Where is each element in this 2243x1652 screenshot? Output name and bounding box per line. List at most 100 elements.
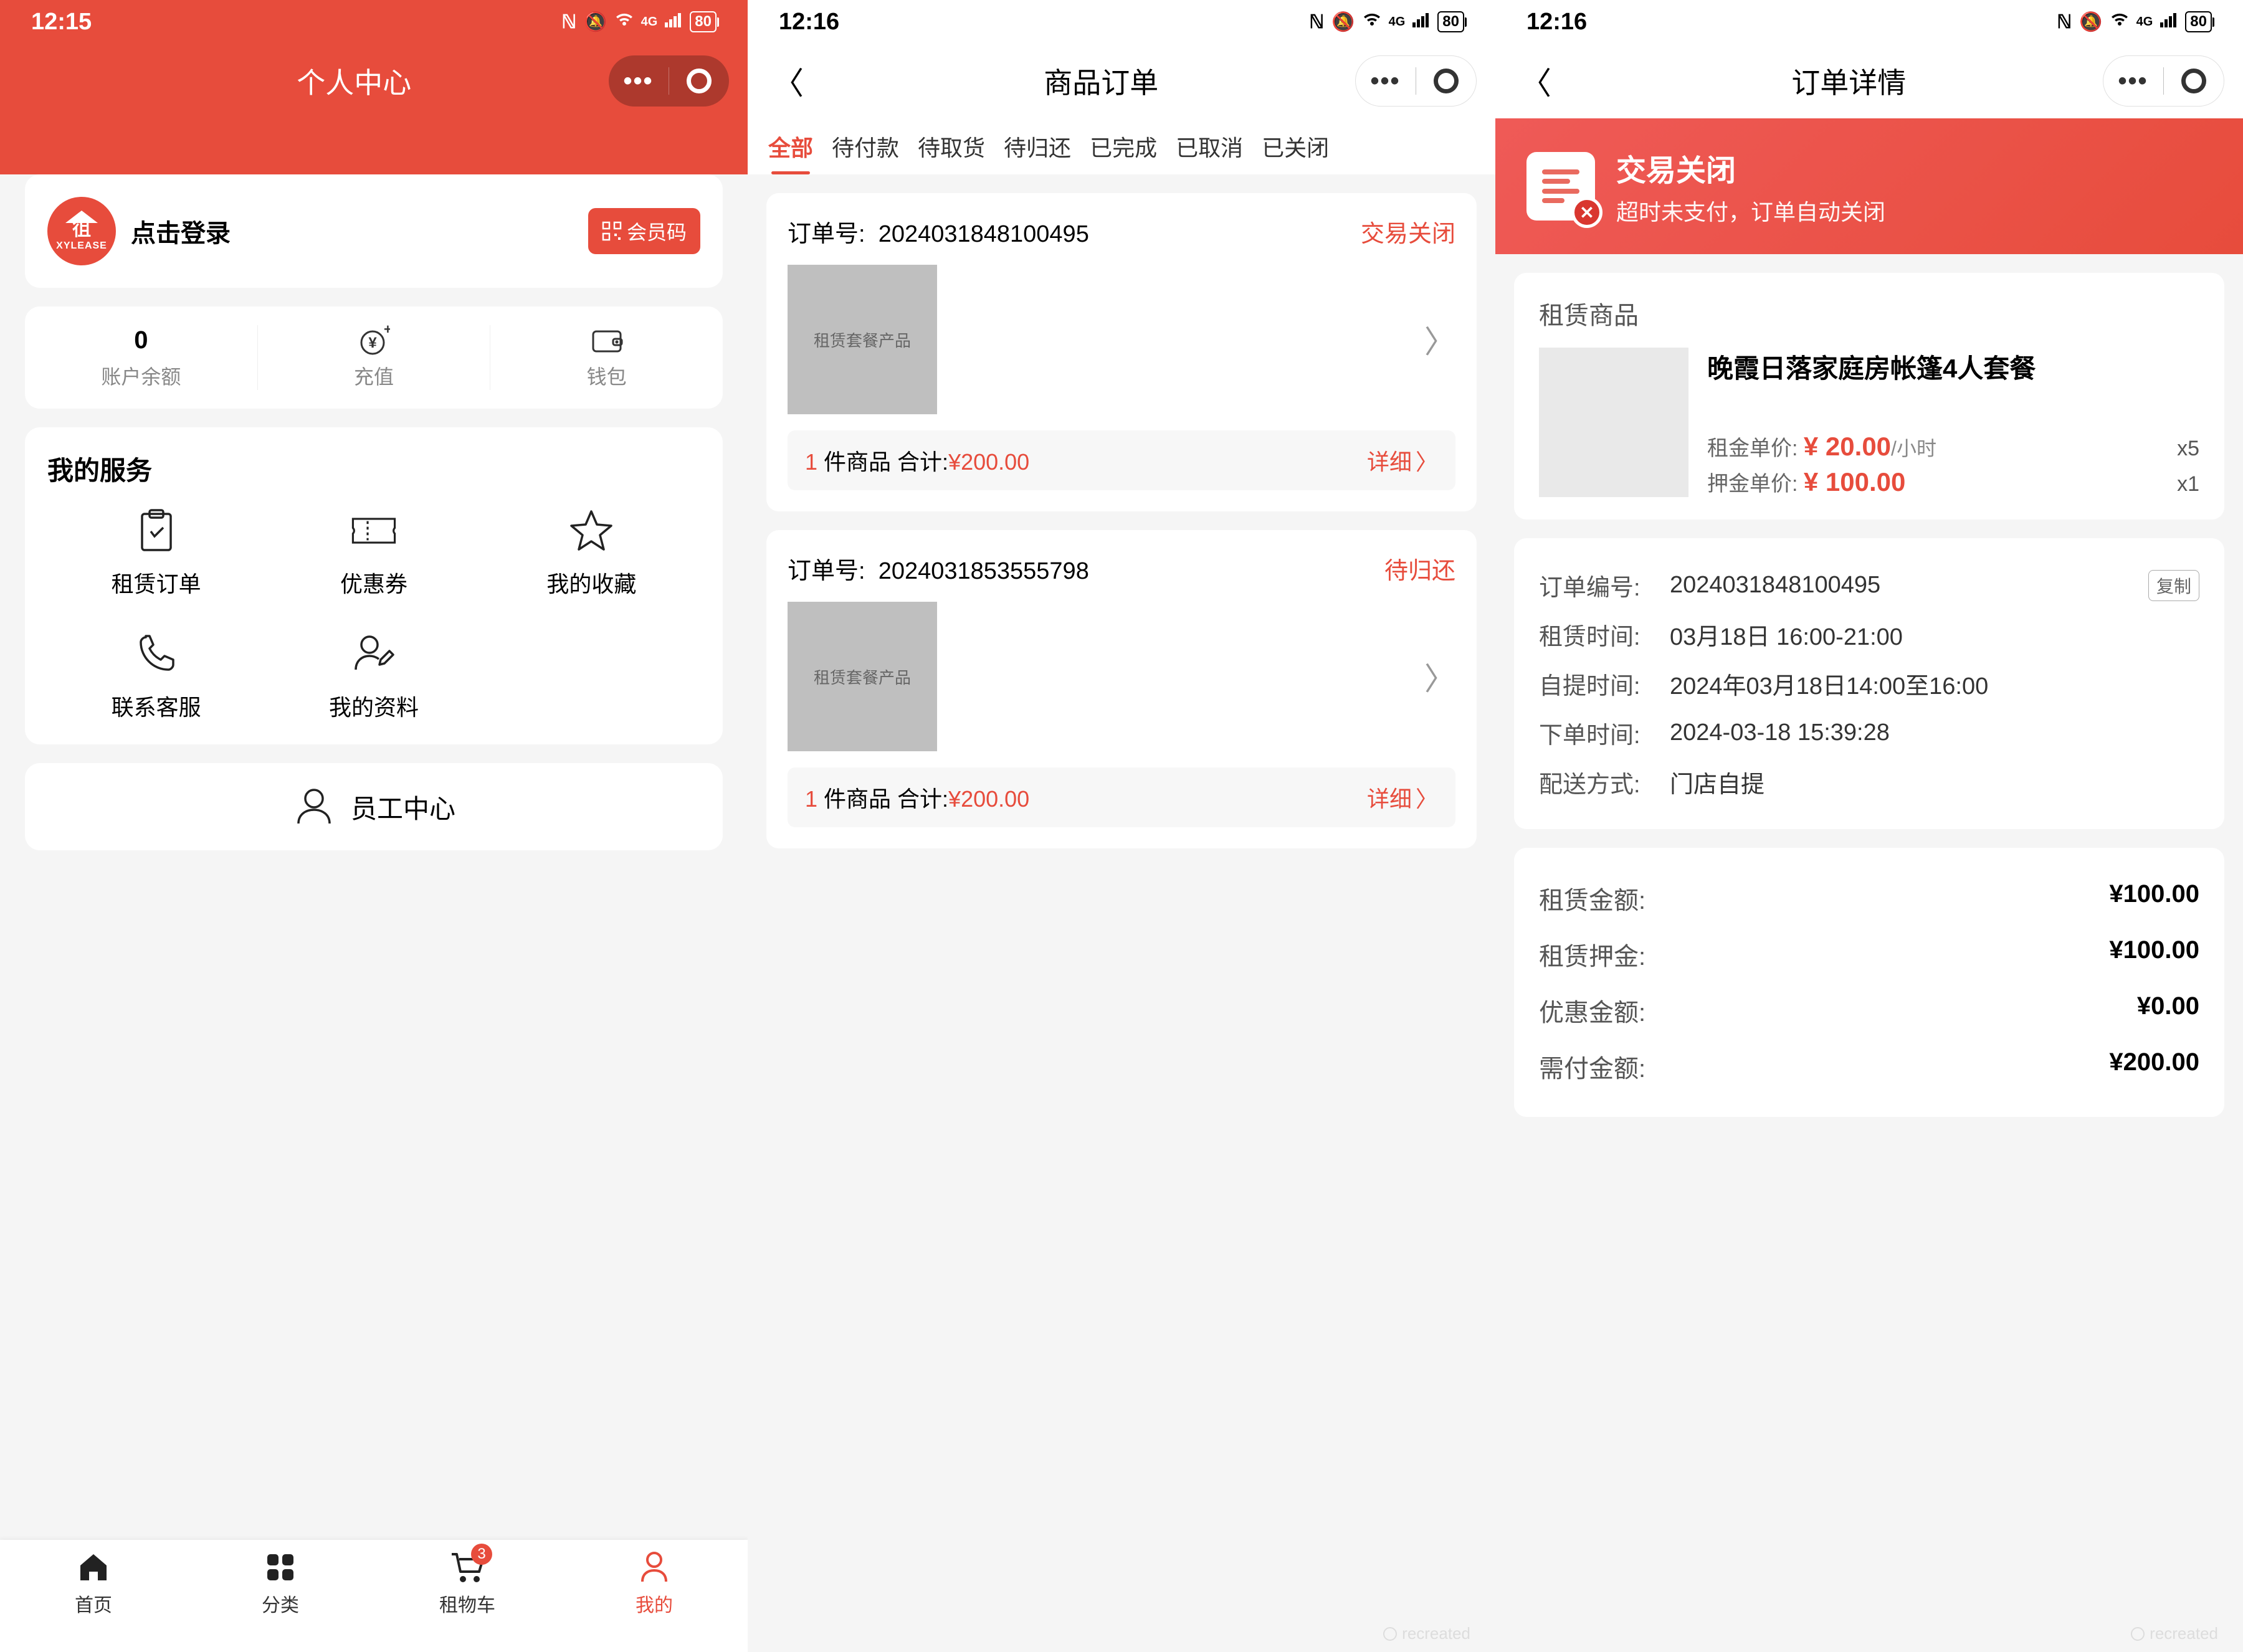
order-card[interactable]: 订单号: 2024031853555798 待归还 租赁套餐产品 〉 1 件商品… [766,530,1477,848]
chevron-right-icon: 〉 [1416,444,1438,477]
wallet-cell[interactable]: 钱包 [490,325,723,390]
status-banner: ✕ 交易关闭 超时未支付，订单自动关闭 [1495,118,2243,254]
filter-all[interactable]: 全部 [760,118,821,174]
miniprogram-capsule[interactable]: ••• [2103,55,2225,107]
capsule-menu-icon[interactable]: ••• [2103,55,2163,107]
filter-pending-return[interactable]: 待归还 [996,118,1079,174]
tab-category[interactable]: 分类 [187,1549,374,1652]
nfc-icon: ℕ [1309,11,1324,33]
signal-icon [1412,11,1430,32]
service-rental-orders[interactable]: 租赁订单 [47,506,265,599]
page-title: 商品订单 [847,60,1355,102]
app-header: 〈 商品订单 ••• [748,44,1495,118]
miniprogram-capsule[interactable]: ••• [1355,55,1477,107]
mute-icon: 🔕 [1331,11,1355,33]
capsule-menu-icon[interactable]: ••• [1356,55,1416,107]
phone-icon [132,630,181,678]
order-status: 交易关闭 [1361,214,1455,249]
status-time: 12:15 [31,9,92,36]
balance-cell[interactable]: 0 账户余额 [25,325,258,390]
status-bar: 12:15 ℕ 🔕 4G 80 [0,0,748,44]
service-my-profile[interactable]: 我的资料 [265,630,482,722]
filter-pending-pickup[interactable]: 待取货 [910,118,993,174]
avatar-logo[interactable]: 徂 XYLEASE [47,197,116,265]
wifi-icon [1363,11,1381,32]
chevron-right-icon: 〉 [1424,654,1455,699]
service-contact-cs[interactable]: 联系客服 [47,630,265,722]
service-favorites[interactable]: 我的收藏 [483,506,700,599]
status-time: 12:16 [779,9,839,36]
product-thumbnail: 租赁套餐产品 [788,265,937,414]
svg-text:¥: ¥ [368,335,377,351]
recharge-cell[interactable]: ¥+ 充值 [258,325,491,390]
recharge-label: 充值 [354,361,394,390]
filter-pending-pay[interactable]: 待付款 [824,118,907,174]
product-name: 晚霞日落家庭房帐篷4人套餐 [1707,348,2199,386]
capsule-close-icon[interactable] [1416,55,1476,107]
detail-button[interactable]: 详细 〉 [1367,781,1438,814]
rent-qty: x5 [2177,437,2199,461]
star-icon [567,506,616,555]
status-icons: ℕ 🔕 4G 80 [1309,11,1464,33]
recharge-icon: ¥+ [358,325,390,355]
order-no: 2024031848100495 [879,221,1089,247]
copy-button[interactable]: 复制 [2148,570,2199,601]
filter-completed[interactable]: 已完成 [1082,118,1165,174]
product-thumbnail: 租赁套餐产品 [788,602,937,751]
banner-title: 交易关闭 [1616,146,1885,189]
service-coupons[interactable]: 优惠券 [265,506,482,599]
page-title: 订单详情 [1595,60,2103,102]
chevron-right-icon: 〉 [1424,317,1455,362]
profile-card: 徂 XYLEASE 点击登录 会员码 [25,174,723,288]
person-icon [636,1549,673,1586]
deposit-amount: ¥100.00 [2109,936,2199,972]
miniprogram-capsule[interactable]: ••• [609,55,730,107]
order-no-value: 2024031848100495 [1670,572,2138,599]
order-summary: 1 件商品 合计:¥200.00 详细 〉 [788,430,1455,490]
status-bar: 12:16 ℕ 🔕 4G 80 [1495,0,2243,44]
staff-center-button[interactable]: 员工中心 [25,763,723,850]
cart-icon: 3 [449,1549,486,1586]
back-button[interactable]: 〈 [1520,59,1551,103]
capsule-close-icon[interactable] [669,55,729,107]
services-card: 我的服务 租赁订单 优惠券 我的收藏 联系客服 [25,427,723,744]
battery-icon: 80 [1437,11,1464,32]
cart-badge: 3 [471,1544,492,1565]
status-bar: 12:16 ℕ 🔕 4G 80 [748,0,1495,44]
staff-icon [292,785,336,828]
coupon-icon [350,506,398,555]
mute-icon: 🔕 [2079,11,2102,33]
network-icon: 4G [1389,15,1406,29]
screen-orders: 12:16 ℕ 🔕 4G 80 〈 商品订单 ••• 全部 待付款 待取货 待归… [748,0,1495,1652]
screen-profile: 12:15 ℕ 🔕 4G 80 个人中心 ••• 徂 X [0,0,748,1652]
battery-icon: 80 [690,11,717,32]
mute-icon: 🔕 [584,11,607,33]
staff-center-label: 员工中心 [351,788,455,826]
login-prompt[interactable]: 点击登录 [131,213,588,249]
order-no: 2024031853555798 [879,558,1089,584]
balance-label: 账户余额 [101,361,181,390]
order-card[interactable]: 订单号: 2024031848100495 交易关闭 租赁套餐产品 〉 1 件商… [766,193,1477,511]
capsule-close-icon[interactable] [2164,55,2224,107]
wifi-icon [615,11,634,32]
battery-icon: 80 [2185,11,2212,32]
signal-icon [2160,11,2178,32]
filter-cancelled[interactable]: 已取消 [1168,118,1251,174]
screen-order-detail: 12:16 ℕ 🔕 4G 80 〈 订单详情 ••• ✕ 交易关闭 超时未支付，… [1495,0,2243,1652]
qrcode-icon [602,221,622,241]
capsule-menu-icon[interactable]: ••• [609,55,669,107]
detail-button[interactable]: 详细 〉 [1367,444,1438,477]
order-list: 订单号: 2024031848100495 交易关闭 租赁套餐产品 〉 1 件商… [748,174,1495,867]
back-button[interactable]: 〈 [773,59,804,103]
tab-home[interactable]: 首页 [0,1549,187,1652]
member-code-button[interactable]: 会员码 [588,208,700,254]
rent-amount: ¥100.00 [2109,880,2199,916]
watermark: recreated [2131,1624,2218,1643]
tab-mine[interactable]: 我的 [561,1549,748,1652]
balance-value: 0 [134,325,148,355]
tab-cart[interactable]: 3 租物车 [374,1549,561,1652]
network-icon: 4G [641,15,658,29]
page-title: 个人中心 [100,60,609,102]
money-panel: 租赁金额:¥100.00 租赁押金:¥100.00 优惠金额:¥0.00 需付金… [1514,848,2224,1117]
filter-closed[interactable]: 已关闭 [1254,118,1337,174]
